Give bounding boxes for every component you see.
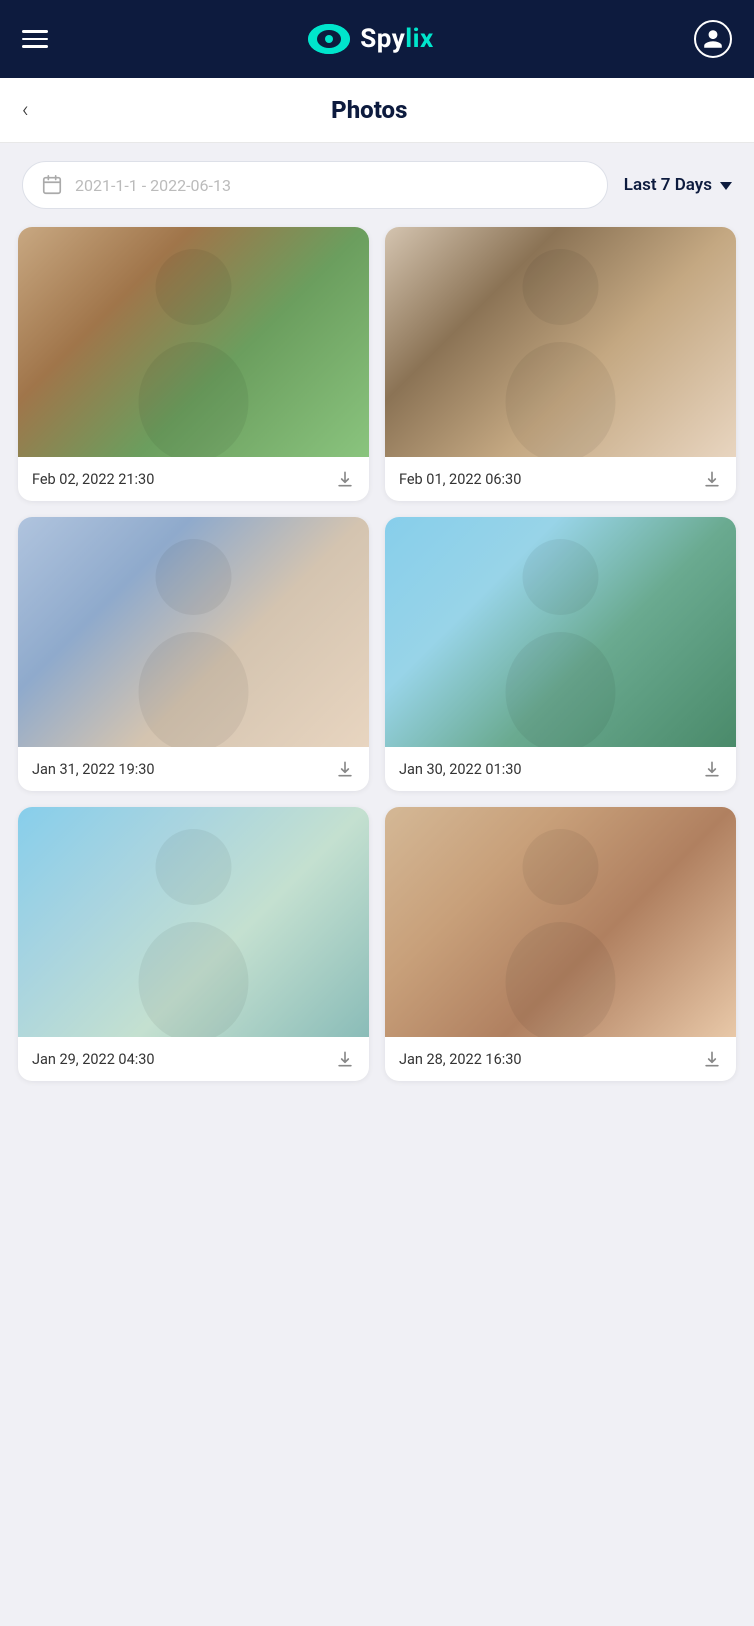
download-button-1[interactable] [335, 469, 355, 489]
logo-text: Spylix [360, 24, 434, 54]
date-range-input[interactable]: 2021-1-1 - 2022-06-13 [22, 161, 608, 209]
time-range-dropdown[interactable]: Last 7 Days [624, 175, 732, 195]
photo-image-4 [385, 517, 736, 747]
photo-card-1[interactable]: Feb 02, 2022 21:30 [18, 227, 369, 501]
download-button-2[interactable] [702, 469, 722, 489]
photo-card-info-2: Feb 01, 2022 06:30 [385, 457, 736, 501]
download-icon [335, 469, 355, 489]
calendar-icon [41, 174, 63, 196]
photo-timestamp-5: Jan 29, 2022 04:30 [32, 1051, 155, 1068]
photo-card-info-6: Jan 28, 2022 16:30 [385, 1037, 736, 1081]
logo-area: Spylix [308, 24, 434, 54]
profile-button[interactable] [694, 20, 732, 58]
photo-card-4[interactable]: Jan 30, 2022 01:30 [385, 517, 736, 791]
dropdown-label: Last 7 Days [624, 175, 712, 195]
logo-icon [308, 24, 350, 54]
photo-timestamp-6: Jan 28, 2022 16:30 [399, 1051, 522, 1068]
hamburger-menu-button[interactable] [22, 30, 48, 48]
chevron-down-icon [720, 182, 732, 190]
photo-timestamp-3: Jan 31, 2022 19:30 [32, 761, 155, 778]
download-icon [702, 1049, 722, 1069]
download-button-6[interactable] [702, 1049, 722, 1069]
photo-image-5 [18, 807, 369, 1037]
photo-timestamp-2: Feb 01, 2022 06:30 [399, 471, 521, 488]
photo-image-1 [18, 227, 369, 457]
photo-image-3 [18, 517, 369, 747]
photo-timestamp-4: Jan 30, 2022 01:30 [399, 761, 522, 778]
page-title: Photos [45, 96, 694, 124]
photo-image-2 [385, 227, 736, 457]
photo-card-info-3: Jan 31, 2022 19:30 [18, 747, 369, 791]
photo-card-2[interactable]: Feb 01, 2022 06:30 [385, 227, 736, 501]
back-button[interactable]: ‹ [22, 98, 29, 123]
download-button-5[interactable] [335, 1049, 355, 1069]
profile-icon [702, 28, 724, 50]
spylix-logo-svg [308, 24, 350, 54]
download-icon [335, 759, 355, 779]
photo-card-6[interactable]: Jan 28, 2022 16:30 [385, 807, 736, 1081]
photo-image-6 [385, 807, 736, 1037]
photo-card-3[interactable]: Jan 31, 2022 19:30 [18, 517, 369, 791]
app-container: Spylix ‹ Photos 2021-1-1 - 2022-06-13 La… [0, 0, 754, 1626]
download-icon [335, 1049, 355, 1069]
date-range-text: 2021-1-1 - 2022-06-13 [75, 176, 231, 195]
photo-card-info-1: Feb 02, 2022 21:30 [18, 457, 369, 501]
photo-card-info-5: Jan 29, 2022 04:30 [18, 1037, 369, 1081]
photo-card-info-4: Jan 30, 2022 01:30 [385, 747, 736, 791]
photo-grid: Feb 02, 2022 21:30 Feb 01, 2022 06:30 Ja… [0, 227, 754, 1111]
sub-header: ‹ Photos [0, 78, 754, 143]
header: Spylix [0, 0, 754, 78]
download-button-4[interactable] [702, 759, 722, 779]
download-button-3[interactable] [335, 759, 355, 779]
download-icon [702, 469, 722, 489]
download-icon [702, 759, 722, 779]
logo-accent: lix [405, 24, 434, 54]
photo-card-5[interactable]: Jan 29, 2022 04:30 [18, 807, 369, 1081]
filters-row: 2021-1-1 - 2022-06-13 Last 7 Days [0, 143, 754, 227]
photo-timestamp-1: Feb 02, 2022 21:30 [32, 471, 154, 488]
